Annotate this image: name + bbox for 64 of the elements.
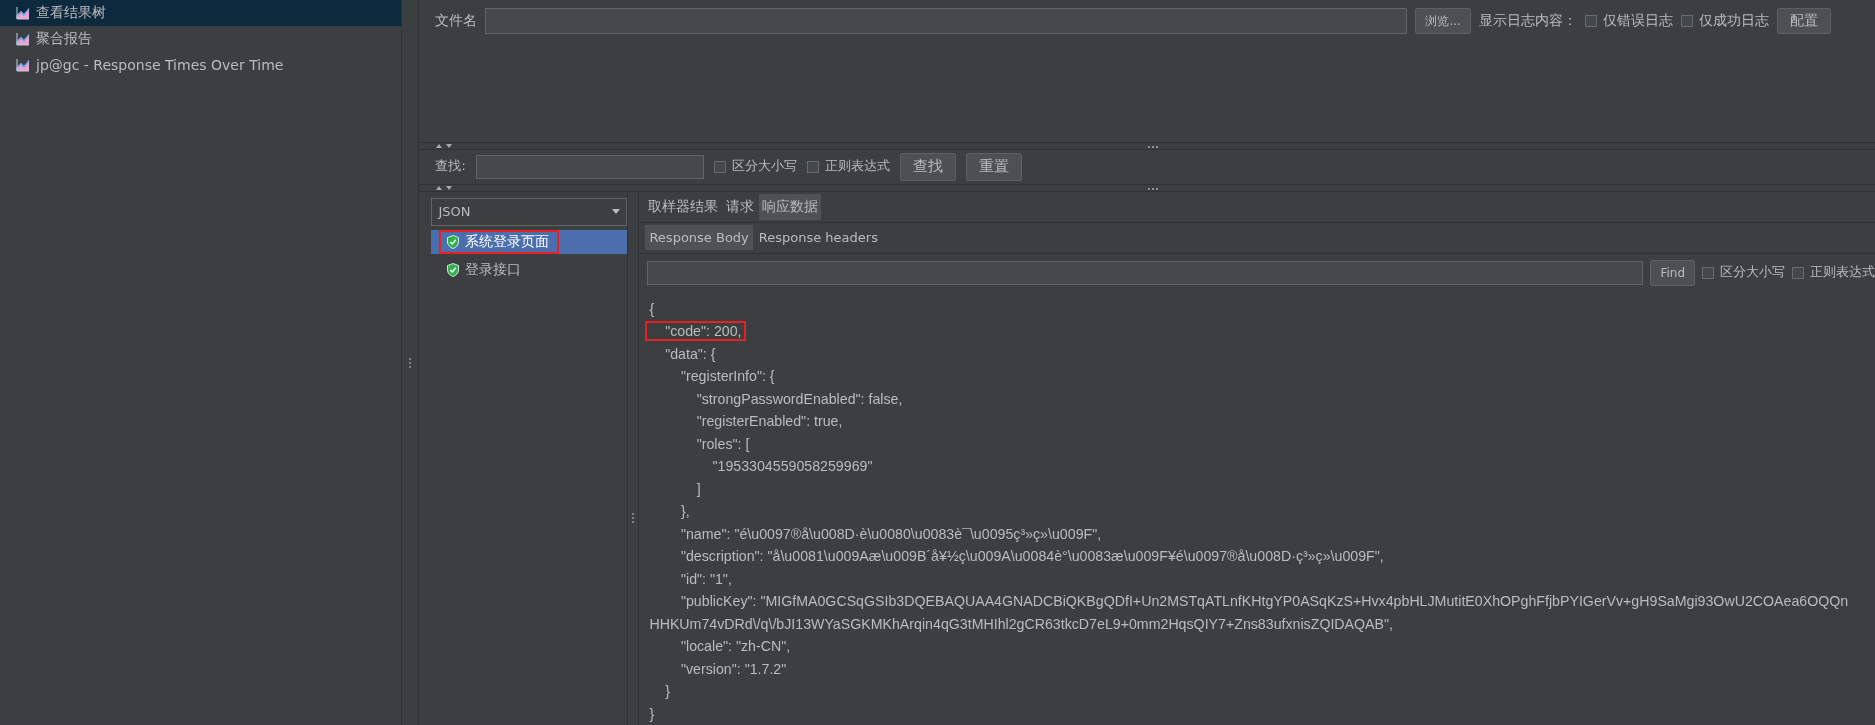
caret-icon [612, 209, 621, 214]
checkbox-label: 正则表达式 [1810, 264, 1875, 281]
sample-tree-item[interactable]: 登录接口 [431, 257, 628, 282]
reset-button[interactable]: 重置 [965, 152, 1022, 181]
splitter-handle-icon[interactable] [408, 356, 413, 369]
splitter-handle-icon[interactable] [1147, 144, 1160, 149]
find-button[interactable]: Find [1650, 259, 1695, 286]
checkbox[interactable] [713, 160, 726, 173]
collapse-arrows-icon[interactable] [435, 142, 454, 149]
checkbox-label: 正则表达式 [824, 158, 890, 176]
checkbox-label: 仅错误日志 [1602, 12, 1673, 30]
chart-icon [16, 6, 30, 20]
filename-field[interactable] [485, 8, 1408, 34]
json-line: "registerInfo": { [679, 367, 776, 387]
checkbox-label: 仅成功日志 [1698, 12, 1769, 30]
json-line: }, [679, 502, 691, 522]
json-line: "locale": "zh-CN", [679, 637, 792, 657]
filename-label: 文件名 [435, 12, 478, 30]
json-line: "data": { [664, 344, 717, 364]
log-content-label: 显示日志内容： [1478, 12, 1577, 30]
checkbox-label: 区分大小写 [731, 158, 797, 176]
checkbox[interactable] [1702, 266, 1714, 279]
search-field[interactable] [475, 154, 704, 179]
checkbox[interactable] [1680, 15, 1693, 27]
collapse-arrows-icon[interactable] [435, 184, 454, 191]
json-line: "name": "é\u0097®å\u008D·è\u0080\u0083è¯\u0095ç³»ç»\u009F", [679, 524, 1103, 544]
result-tab[interactable]: 响应数据 [759, 193, 822, 220]
json-line: "1953304559058259969" [711, 457, 874, 477]
json-line: "id": "1", [679, 569, 733, 589]
json-line: "description": "å\u0081\u009Aæ\u009B´å¥½ç\u009A\u0084è°\u0083æ\u009F¥é\u0097®å\u008D·ç³»ç»\u009F", [679, 547, 1385, 567]
config-button[interactable]: 配置 [1776, 8, 1831, 34]
sample-tree-item[interactable]: 系统登录页面 [431, 229, 628, 254]
json-line: } [664, 682, 671, 702]
json-line: "roles": [ [695, 434, 751, 454]
shield-check-icon [447, 234, 460, 249]
checkbox[interactable] [1584, 15, 1597, 27]
sidebar-item[interactable]: 聚合报告 [0, 26, 402, 52]
checkbox-label: 区分大小写 [1720, 264, 1785, 281]
chart-icon [16, 32, 30, 46]
json-line: "version": "1.7.2" [679, 659, 788, 679]
json-line: } [648, 704, 656, 724]
find-button[interactable]: 查找 [899, 152, 956, 181]
sidebar-item[interactable]: jp@gc - Response Times Over Time [0, 52, 402, 78]
checkbox[interactable] [806, 160, 819, 173]
renderer-dropdown[interactable]: JSON [431, 197, 628, 226]
json-line: { [648, 299, 656, 319]
checkbox[interactable] [1792, 266, 1804, 279]
chart-icon [16, 58, 30, 72]
splitter-handle-icon[interactable] [631, 512, 636, 525]
browse-button[interactable]: 浏览... [1415, 8, 1471, 34]
json-line: "registerEnabled": true, [695, 412, 844, 432]
json-line: "strongPasswordEnabled": false, [695, 389, 904, 409]
json-line: HHKUm74vDRd\/q\/bJI13WYaSGKMKhArqin4qG3tMHIhl2gCR63tkcD7eL9+0mm2HqsQIY7+Zns83ufxnisZQIDAQAB", [648, 614, 1394, 634]
result-tab[interactable]: 取样器结果 [645, 193, 722, 220]
result-tab[interactable]: 请求 [723, 193, 758, 220]
body-search-field[interactable] [647, 260, 1644, 285]
json-line: ] [695, 479, 702, 499]
shield-check-icon [447, 262, 460, 277]
response-tab[interactable]: Response Body [645, 225, 753, 250]
search-label: 查找: [435, 158, 466, 176]
json-line: "publicKey": "MIGfMA0GCSqGSIb3DQEBAQUAA4GNADCBiQKBgQDfI+Un2MSTqATLnfKHtgYP0ASqKzS+Hvx4pbHLJMutitE0XhOPghFfjbPYIGerVv+gH9SaMgi93OwU2COAea6OQQn [679, 592, 1850, 612]
splitter-handle-icon[interactable] [1147, 186, 1160, 191]
sidebar-item[interactable]: 查看结果树 [0, 0, 402, 26]
response-tab[interactable]: Response headers [754, 225, 882, 250]
